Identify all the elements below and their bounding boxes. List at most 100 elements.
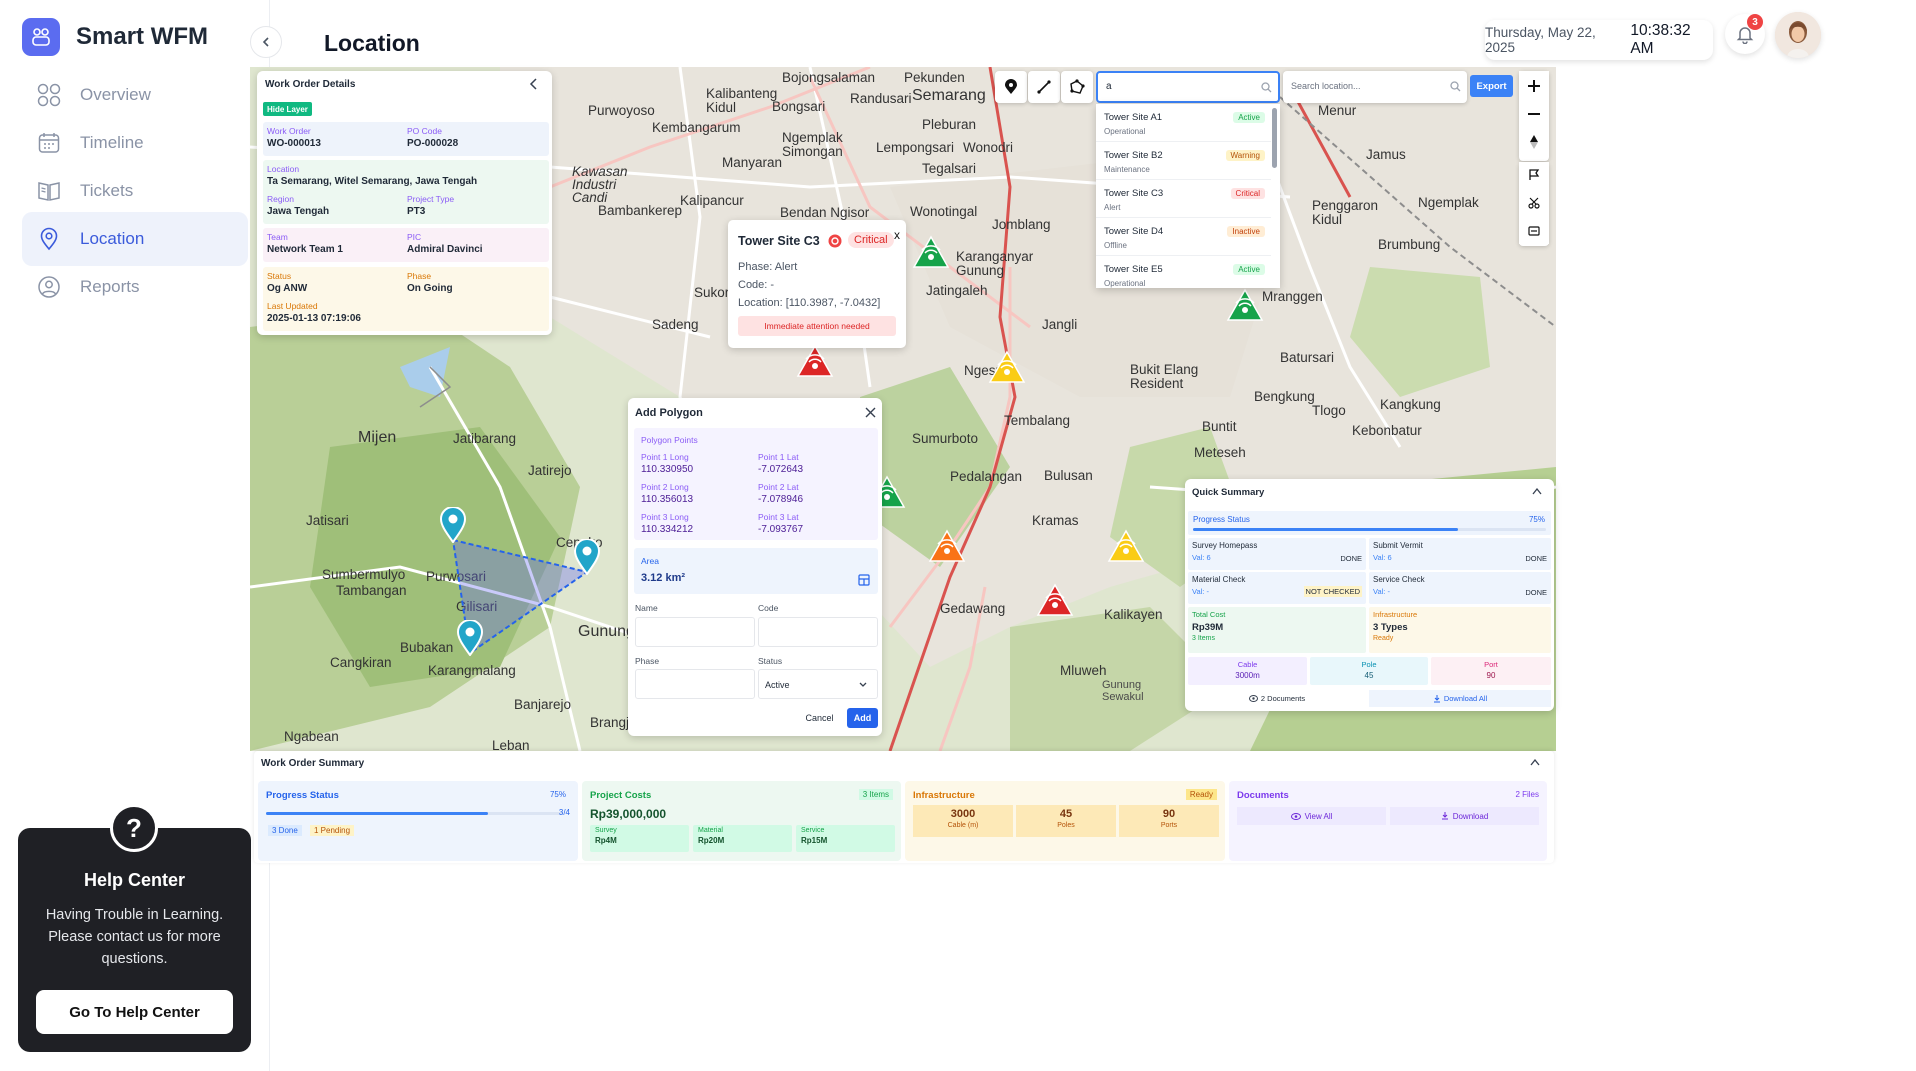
work-order-summary: Work Order Summary Progress Status 75% 3… [254,751,1554,863]
chevron-left-icon[interactable] [529,78,539,90]
site-option[interactable]: Tower Site E5 Operational Active [1096,256,1271,288]
metric-label: Poles [1057,822,1075,829]
tower-marker-critical[interactable] [1036,583,1074,622]
book-icon [36,178,62,204]
tower-marker-inactive[interactable] [928,529,966,568]
layers-tool-button[interactable] [1519,218,1549,244]
tower-marker-active[interactable] [912,235,950,274]
cost-amount: Rp4M [595,836,617,845]
status-select[interactable]: Active [758,669,878,699]
cost-value: Rp39,000,000 [590,807,667,821]
help-center-button[interactable]: Go To Help Center [36,990,233,1034]
close-icon[interactable]: x [894,228,900,242]
calculator-icon[interactable] [858,574,870,586]
point-value: -7.093767 [758,524,804,535]
flag-tool-button[interactable] [1519,162,1549,188]
notification-button[interactable]: 3 [1725,14,1765,54]
eye-icon [1290,812,1301,820]
sidebar: Smart WFM Overview Timeline Tickets Loca… [0,0,282,1071]
cell-title: Total Cost [1192,610,1226,619]
line-tool-button[interactable] [1028,71,1060,103]
nav-location[interactable]: Location [22,212,248,266]
tower-marker-active[interactable] [1226,288,1264,327]
status-value: Og ANW [267,283,308,294]
phase-input[interactable] [635,669,755,699]
search-query: a [1106,81,1112,92]
polygon-point-marker[interactable] [456,619,484,661]
cell-value: Val: - [1373,587,1390,596]
cable-cell: Cable 3000m [1188,657,1307,685]
nav-timeline[interactable]: Timeline [22,116,248,170]
scissors-icon [1528,197,1540,209]
cell-title: Service Check [1373,575,1425,584]
chevron-up-icon[interactable] [1532,488,1542,495]
zoom-in-button[interactable] [1519,71,1549,101]
nav-tickets[interactable]: Tickets [22,164,248,218]
cell-title: Material Check [1192,575,1246,584]
field-label: Code [758,603,779,613]
export-button[interactable]: Export [1470,75,1513,97]
cancel-button[interactable]: Cancel [798,708,841,728]
material-cost: Material Rp20M [693,825,792,852]
site-search-dropdown: Tower Site A1 Operational Active Tower Sit… [1096,104,1280,288]
point-value: -7.072643 [758,464,804,475]
field-label: Point 2 Lat [758,482,799,492]
survey-cost: Survey Rp4M [590,825,689,852]
material-check-cell: Material Check Val: - NOT CHECKED [1188,572,1366,604]
alert-banner: Immediate attention needed [738,316,896,336]
site-sub: Alert [1104,203,1121,212]
site-option[interactable]: Tower Site B2 Maintenance Warning [1096,142,1271,180]
location-box: Location Ta Semarang, Witel Semarang, Jaw… [263,160,549,224]
download-button[interactable]: Download [1390,807,1539,825]
nav-label: Timeline [80,133,144,152]
tower-marker-warning[interactable] [988,350,1026,389]
field-label: Phase [635,656,660,666]
phase-value: On Going [407,283,453,294]
progress-label: Progress Status [1193,515,1250,524]
polygon-point-marker[interactable] [439,506,467,548]
documents-link[interactable]: 2 Documents [1188,690,1366,707]
nav-overview[interactable]: Overview [22,68,248,122]
site-option[interactable]: Tower Site A1 Operational Active [1096,104,1271,142]
site-option[interactable]: Tower Site D4 Offline Inactive [1096,218,1271,256]
work-order-details-panel: Work Order Details Hide Layer Work Order… [257,71,552,335]
field-label: Region [267,194,294,204]
field-label: Point 3 Long [641,512,689,522]
dropdown-scrollbar[interactable] [1272,108,1277,168]
polygon-tool-button[interactable] [1061,71,1093,103]
field-label: PO Code [407,126,442,136]
view-all-button[interactable]: View All [1237,807,1386,825]
cost-label: Service [801,827,825,834]
site-option[interactable]: Tower Site C3 Alert Critical [1096,180,1271,218]
tower-marker-warning[interactable] [1107,529,1145,568]
help-title: Help Center [83,870,186,890]
add-button[interactable]: Add [847,708,878,728]
polygon-point-marker[interactable] [573,538,601,580]
nav-label: Location [80,229,145,248]
compass-icon [1530,135,1538,149]
marker-tool-button[interactable] [995,71,1027,103]
field-label: Phase [407,271,432,281]
cost-value: Rp39M [1192,622,1224,633]
tower-marker-critical[interactable] [796,344,834,383]
site-search-input[interactable]: a [1096,71,1280,103]
location-search-input[interactable]: Search location... [1283,71,1467,103]
nav-reports[interactable]: Reports [22,260,248,314]
collapse-sidebar-button[interactable] [250,26,282,58]
close-icon[interactable] [865,407,876,418]
code-input[interactable] [758,617,878,647]
hide-layer-button[interactable]: Hide Layer [263,102,312,116]
brand[interactable]: Smart WFM [22,18,208,56]
chevron-up-icon[interactable] [1530,759,1540,766]
team-box: Team Network Team 1 PIC Admiral Davinci [263,228,549,262]
download-all-button[interactable]: Download All [1369,690,1551,707]
field-label: PIC [407,232,422,242]
name-input[interactable] [635,617,755,647]
zoom-out-button[interactable] [1519,99,1549,129]
avatar[interactable] [1775,12,1821,58]
reset-north-button[interactable] [1519,127,1549,157]
scissors-tool-button[interactable] [1519,190,1549,216]
field-label: Status [267,271,292,281]
metric-label: Cable (m) [947,822,979,829]
help-center-card: ? Help Center Having Trouble in Learning… [18,804,251,1052]
